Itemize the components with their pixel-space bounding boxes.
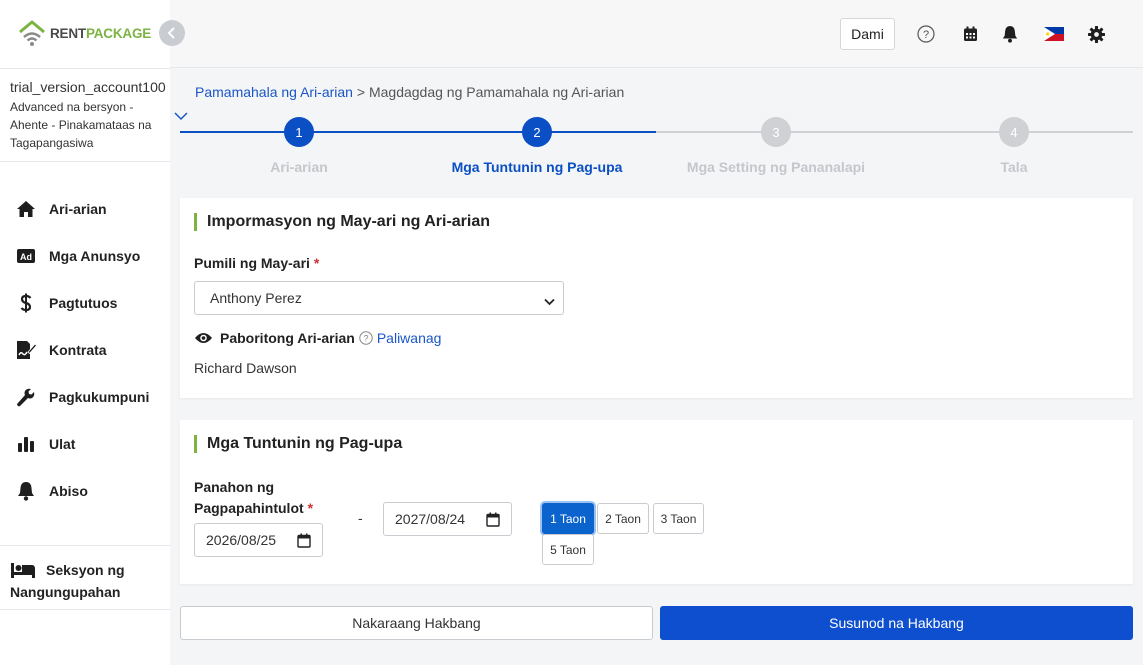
account-info: trial_version_account100 Advanced na ber… <box>0 68 170 162</box>
svg-text:?: ? <box>923 29 929 41</box>
next-step-button[interactable]: Susunod na Hakbang <box>660 606 1133 640</box>
svg-text:?: ? <box>363 334 368 344</box>
breadcrumb: Pamamahala ng Ari-arian > Magdagdag ng P… <box>195 84 624 100</box>
owner-section-title: Impormasyon ng May-ari ng Ari-arian <box>194 213 490 231</box>
breadcrumb-parent-link[interactable]: Pamamahala ng Ari-arian <box>195 84 353 100</box>
tenant-section-label-line2: Nangungupahan <box>10 584 121 600</box>
end-date-value: 2027/08/24 <box>395 511 466 527</box>
favorite-property-value: Richard Dawson <box>194 360 297 376</box>
start-date-input[interactable]: 2026/08/25 <box>194 523 323 557</box>
sidebar-item-label: Ulat <box>49 435 76 452</box>
ad-icon: Ad <box>15 245 37 267</box>
owner-select-value: Anthony Perez <box>210 290 302 306</box>
lease-terms-card: Mga Tuntunin ng Pag-upa Panahon ng Pagpa… <box>180 420 1133 584</box>
bed-icon <box>10 561 36 579</box>
help-icon[interactable]: ? <box>359 331 373 345</box>
chevron-left-icon <box>167 27 175 39</box>
step-2-circle[interactable]: 2 <box>522 117 552 147</box>
more-button[interactable]: Dami <box>840 18 895 50</box>
sidebar-item-label: Mga Anunsyo <box>49 247 141 264</box>
breadcrumb-current: Magdagdag ng Pamamahala ng Ari-arian <box>368 84 625 100</box>
step-2-label: Mga Tuntunin ng Pag-upa <box>451 159 623 175</box>
sidebar-item-label: Pagkukumpuni <box>49 388 150 405</box>
owner-info-card: Impormasyon ng May-ari ng Ari-arian Pumi… <box>180 198 1133 398</box>
stepper-line-pending <box>656 131 1133 133</box>
bar-chart-icon <box>15 433 37 455</box>
owner-select[interactable]: Anthony Perez <box>194 281 564 315</box>
lease-section-title: Mga Tuntunin ng Pag-upa <box>194 435 402 453</box>
calendar-icon[interactable] <box>960 24 980 44</box>
favorite-property-row: Paboritong Ari-arian ? Paliwanag <box>194 330 441 346</box>
sidebar: RENTPACKAGE trial_version_account100 Adv… <box>0 0 170 665</box>
wrench-icon <box>15 386 37 408</box>
wifi-house-icon <box>19 20 45 46</box>
sidebar-item-tenant-section[interactable]: Seksyon ng Nangungupahan <box>0 545 170 610</box>
sidebar-collapse-button[interactable] <box>159 20 185 46</box>
step-4-label: Tala <box>1000 159 1028 175</box>
calendar-icon <box>486 512 500 530</box>
previous-step-button[interactable]: Nakaraang Hakbang <box>180 606 653 640</box>
sidebar-item-ulat[interactable]: Ulat <box>0 420 170 467</box>
sidebar-item-kontrata[interactable]: Kontrata <box>0 326 170 373</box>
tenant-section-label-line1: Seksyon ng <box>46 562 125 578</box>
year-option-1[interactable]: 1 Taon <box>542 503 594 534</box>
brand-name-part2: PACKAGE <box>85 25 152 41</box>
account-detail-1: Advanced na bersyon - <box>10 100 134 114</box>
svg-text:Ad: Ad <box>20 252 32 262</box>
start-date-value: 2026/08/25 <box>206 532 277 548</box>
required-mark: * <box>313 255 320 271</box>
notification-bell-icon[interactable] <box>1000 24 1020 44</box>
brand-name-part1: RENT <box>50 25 86 41</box>
eye-icon <box>194 331 213 345</box>
owner-select-label: Pumili ng May-ari * <box>194 255 320 271</box>
sidebar-item-abiso[interactable]: Abiso <box>0 467 170 514</box>
philippines-flag-icon[interactable] <box>1044 24 1064 44</box>
step-3-circle[interactable]: 3 <box>761 117 791 147</box>
chevron-down-icon <box>544 293 555 309</box>
account-name: trial_version_account100 <box>10 79 166 95</box>
step-4-circle[interactable]: 4 <box>999 117 1029 147</box>
sidebar-item-pagtutuos[interactable]: Pagtutuos <box>0 279 170 326</box>
favorite-property-label: Paboritong Ari-arian <box>220 330 355 346</box>
year-option-2[interactable]: 2 Taon <box>597 503 649 534</box>
sidebar-item-pagkukumpuni[interactable]: Pagkukumpuni <box>0 373 170 420</box>
step-1-circle[interactable]: 1 <box>284 117 314 147</box>
brand-logo[interactable]: RENTPACKAGE <box>18 20 151 46</box>
sidebar-item-label: Pagtutuos <box>49 294 118 311</box>
progress-stepper: 1 2 3 4 Ari-arian Mga Tuntunin ng Pag-up… <box>180 115 1133 175</box>
date-range-dash: - <box>358 510 363 526</box>
home-icon <box>15 198 37 220</box>
account-detail-2: Ahente - Pinakamataas na <box>10 118 152 132</box>
year-option-3[interactable]: 3 Taon <box>653 503 704 534</box>
help-icon[interactable]: ? <box>916 24 936 44</box>
sidebar-item-ari-arian[interactable]: Ari-arian <box>0 185 170 232</box>
breadcrumb-separator: > <box>356 84 366 100</box>
top-bar: Dami ? <box>170 0 1143 68</box>
settings-gear-icon[interactable] <box>1086 24 1106 44</box>
step-3-label: Mga Setting ng Pananalapi <box>686 159 866 175</box>
sidebar-item-mga-anunsyo[interactable]: Ad Mga Anunsyo <box>0 232 170 279</box>
contract-icon <box>15 339 37 361</box>
sidebar-nav: Ari-arian Ad Mga Anunsyo Pagtutuos Kontr… <box>0 185 170 514</box>
lease-period-label: Panahon ng Pagpapahintulot * <box>194 479 314 516</box>
account-detail-3: Tagapangasiwa <box>10 136 94 150</box>
end-date-input[interactable]: 2027/08/24 <box>383 502 512 536</box>
required-mark: * <box>307 500 314 516</box>
stepper-line-completed <box>180 131 656 133</box>
explain-link[interactable]: Paliwanag <box>377 330 442 346</box>
bell-icon <box>15 480 37 502</box>
dollar-icon <box>15 292 37 314</box>
sidebar-item-label: Kontrata <box>49 341 107 358</box>
step-1-label: Ari-arian <box>270 159 328 175</box>
calendar-icon <box>297 533 311 551</box>
sidebar-item-label: Abiso <box>49 482 88 499</box>
sidebar-item-label: Ari-arian <box>49 200 107 217</box>
year-option-5[interactable]: 5 Taon <box>542 534 594 565</box>
